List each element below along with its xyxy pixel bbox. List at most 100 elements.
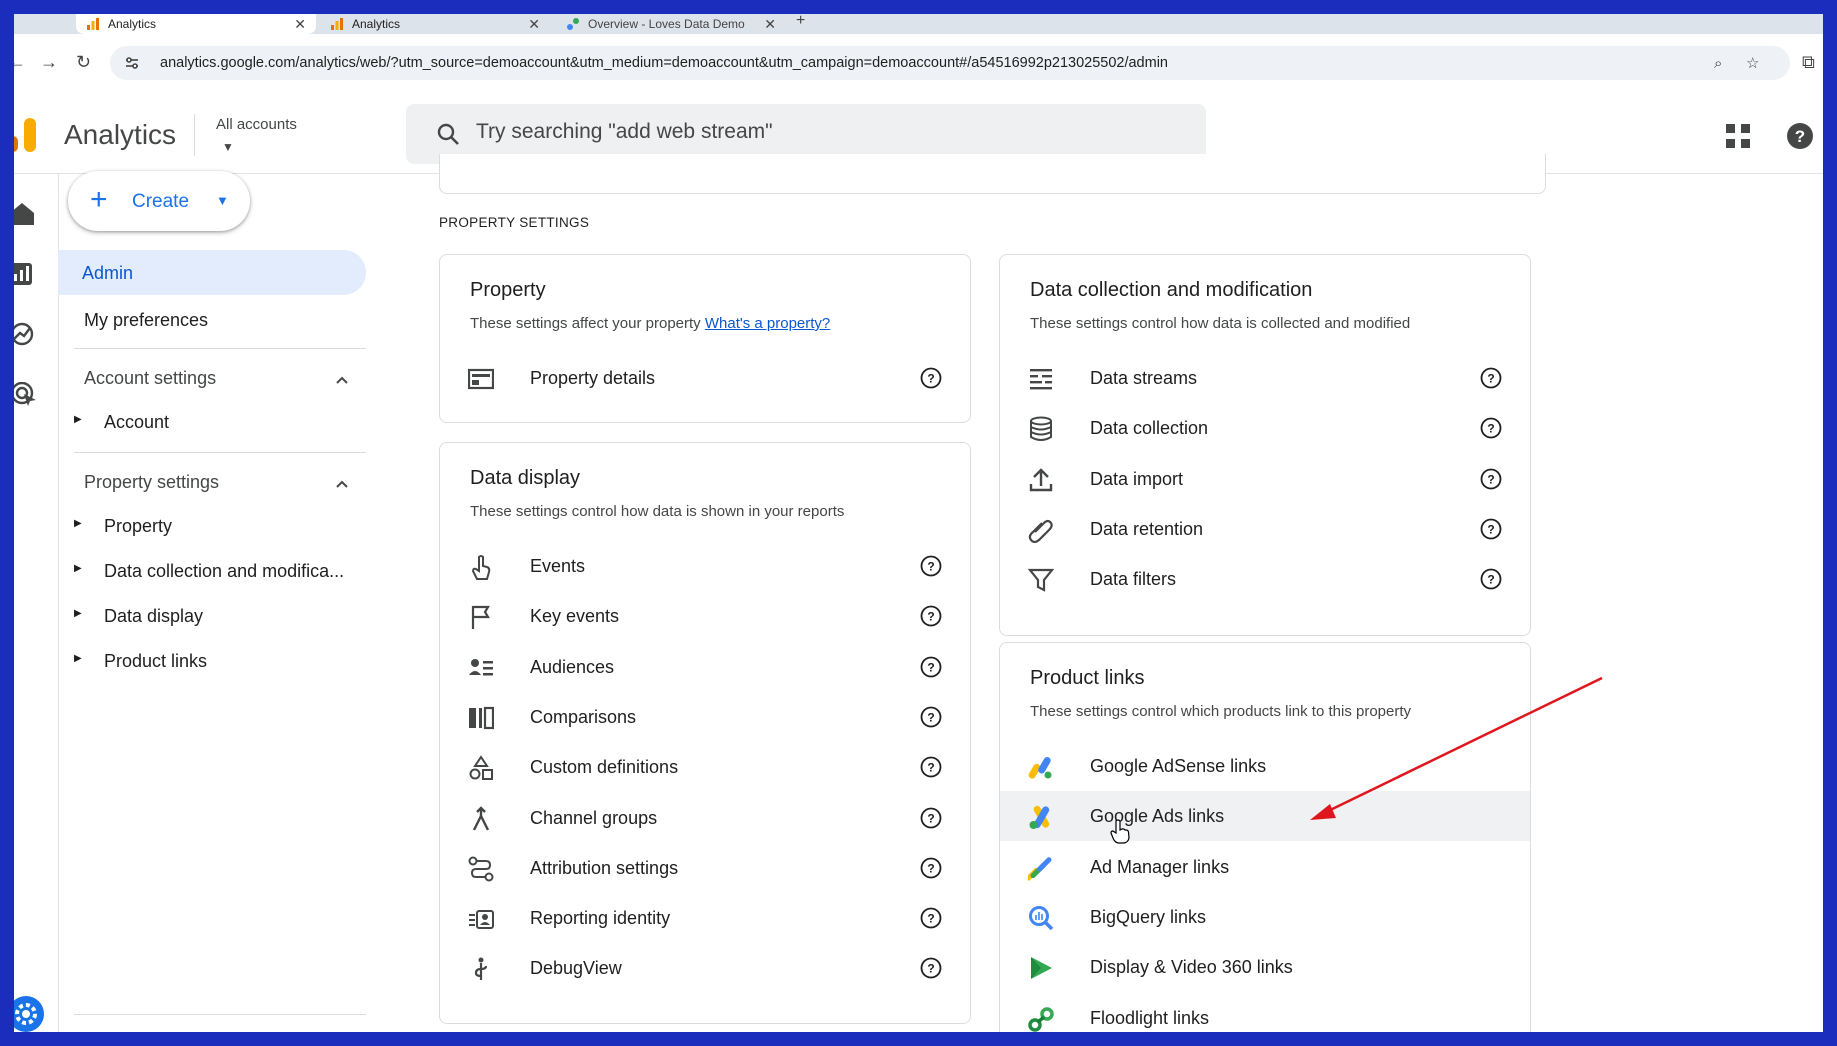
row-custom-definitions[interactable]: Custom definitions? [440,742,970,792]
expand-triangle-icon[interactable]: ▶ [74,414,82,425]
back-icon[interactable]: ← [14,52,26,73]
row-audiences[interactable]: Audiences? [440,642,970,692]
card-title: Data display [470,467,581,489]
advertising-icon[interactable] [14,382,38,406]
row-floodlight-links[interactable]: Floodlight links [1000,993,1530,1033]
sidebar-section-property-settings[interactable]: Property settings [84,472,219,493]
row-data-streams[interactable]: Data streams? [1000,353,1530,403]
account-selector[interactable]: All accounts [216,116,297,133]
row-display-and-video-360-links[interactable]: Display & Video 360 links [1000,942,1530,992]
svg-text:?: ? [927,861,934,875]
row-label: Data streams [1090,368,1198,388]
reload-icon[interactable]: ↻ [76,52,91,73]
tab-analytics-active[interactable]: Analytics ✕ [76,14,316,34]
sidebar-item-product-links[interactable]: Product links [104,651,364,672]
bookmark-star-icon[interactable]: ☆ [1746,54,1759,72]
data-display-card: Data display These settings control how … [439,442,971,1024]
url-text: analytics.google.com/analytics/web/?utm_… [160,55,1168,71]
help-circle-icon[interactable]: ? [920,807,942,829]
sidebar-item-label: Admin [82,263,134,283]
collapse-chevron-icon[interactable] [334,476,350,492]
whats-a-property-link[interactable]: What's a property? [705,315,830,332]
sidebar-divider [74,348,366,349]
help-circle-icon[interactable]: ? [920,756,942,778]
close-tab-icon[interactable]: ✕ [764,16,776,33]
looker-studio-icon [567,18,579,30]
row-property-details[interactable]: Property details ? [440,353,970,403]
help-circle-icon[interactable]: ? [1480,568,1502,590]
row-ad-manager-links[interactable]: Ad Manager links [1000,842,1530,892]
help-circle-icon[interactable]: ? [920,656,942,678]
sidebar-item-data-display[interactable]: Data display [104,606,364,627]
row-label: Reporting identity [530,908,671,929]
analytics-logo-icon[interactable] [14,114,44,154]
app-title[interactable]: Analytics [64,119,176,151]
plus-icon: + [90,183,108,216]
help-icon[interactable]: ? [1786,122,1814,150]
home-icon[interactable] [14,202,38,226]
help-circle-icon[interactable]: ? [920,706,942,728]
help-circle-icon[interactable]: ? [920,555,942,577]
row-data-filters[interactable]: Data filters? [1000,554,1530,604]
tab-analytics[interactable]: Analytics ✕ [320,14,550,34]
sidebar-item-my-preferences[interactable]: My preferences [84,310,208,331]
sidebar-item-data-collection[interactable]: Data collection and modifica... [104,561,364,582]
row-bigquery-links[interactable]: BigQuery links [1000,892,1530,942]
streams-icon [1030,369,1052,390]
site-settings-icon[interactable] [124,55,140,71]
help-circle-icon[interactable]: ? [920,957,942,979]
omnibox[interactable]: analytics.google.com/analytics/web/?utm_… [110,46,1790,80]
expand-triangle-icon[interactable]: ▶ [74,563,82,574]
close-tab-icon[interactable]: ✕ [294,16,306,33]
new-tab-icon[interactable]: + [796,14,805,30]
row-channel-groups[interactable]: Channel groups? [440,793,970,843]
svg-text:?: ? [927,912,934,926]
collapse-chevron-icon[interactable] [334,372,350,388]
row-label: Audiences [530,656,615,677]
apps-grid-icon[interactable] [1726,124,1750,148]
row-debugview[interactable]: DebugView? [440,943,970,993]
expand-triangle-icon[interactable]: ▶ [74,653,82,664]
row-comparisons[interactable]: Comparisons? [440,692,970,742]
section-label: PROPERTY SETTINGS [439,215,590,230]
reports-icon[interactable] [14,262,38,286]
close-tab-icon[interactable]: ✕ [528,16,540,33]
expand-triangle-icon[interactable]: ▶ [74,608,82,619]
help-circle-icon[interactable]: ? [920,367,942,389]
help-circle-icon[interactable]: ? [920,605,942,627]
forward-icon[interactable]: → [40,52,58,73]
svg-text:?: ? [927,761,934,775]
zoom-icon[interactable]: ⌕ [1714,55,1722,72]
row-key-events[interactable]: Key events? [440,591,970,641]
row-attribution-settings[interactable]: Attribution settings? [440,843,970,893]
explore-icon[interactable] [14,322,38,346]
sidebar-item-account[interactable]: Account [104,412,364,433]
help-circle-icon[interactable]: ? [1480,417,1502,439]
filter-icon [1028,569,1054,592]
card-title: Data collection and modification [1030,279,1313,301]
create-button[interactable]: + Create ▼ [68,171,250,231]
help-circle-icon[interactable]: ? [920,857,942,879]
row-reporting-identity[interactable]: Reporting identity? [440,893,970,943]
row-events[interactable]: Events? [440,541,970,591]
account-dropdown-icon[interactable]: ▼ [222,140,234,154]
help-circle-icon[interactable]: ? [1480,468,1502,490]
extensions-icon[interactable]: ⧉ [1802,52,1815,73]
analytics-logo-icon [331,18,343,30]
help-circle-icon[interactable]: ? [920,907,942,929]
help-circle-icon[interactable]: ? [1480,518,1502,540]
help-circle-icon[interactable]: ? [1480,367,1502,389]
admin-gear-icon[interactable] [14,996,44,1032]
row-data-import[interactable]: Data import? [1000,454,1530,504]
search-input[interactable] [476,120,1176,144]
data-collection-card: Data collection and modification These s… [999,254,1531,636]
row-data-retention[interactable]: Data retention? [1000,504,1530,554]
shapes-icon [469,755,493,781]
sidebar-item-property[interactable]: Property [104,516,364,537]
sidebar-section-account-settings[interactable]: Account settings [84,368,216,389]
top-card-fragment [439,154,1546,194]
sidebar-item-admin[interactable]: Admin [58,250,366,295]
expand-triangle-icon[interactable]: ▶ [74,518,82,529]
tab-looker-overview[interactable]: Overview - Loves Data Demo ✕ [556,14,786,34]
row-data-collection[interactable]: Data collection? [1000,403,1530,453]
